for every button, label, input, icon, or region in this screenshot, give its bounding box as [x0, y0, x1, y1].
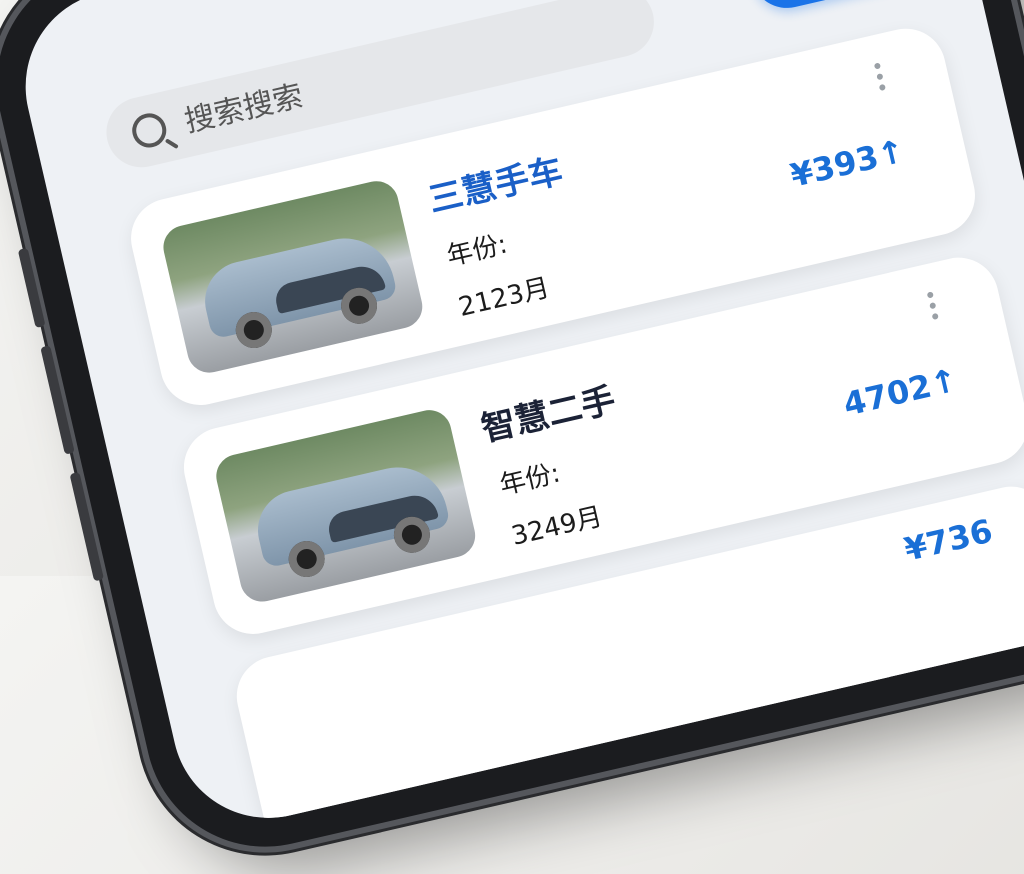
- price-label: 4702↑: [839, 360, 962, 424]
- more-options-icon[interactable]: [926, 291, 939, 321]
- car-image: [159, 176, 427, 377]
- card-title: 智慧二手: [477, 380, 620, 450]
- card-title: 三慧手车: [424, 151, 567, 221]
- year-label: 年份:: [496, 458, 563, 502]
- filter-button[interactable]: + 筛选: [743, 0, 926, 16]
- year-value: 3249月: [508, 501, 606, 552]
- search-icon: [128, 110, 170, 151]
- car-body: [250, 457, 451, 569]
- volume-button: [40, 345, 75, 455]
- price-label: ¥393↑: [786, 131, 909, 195]
- price-label: ¥736: [900, 511, 997, 569]
- app-screen: + 筛选 三慧手车 年份: 2123月 ¥393↑ 智慧二手: [6, 0, 1024, 837]
- car-body: [197, 228, 399, 340]
- volume-button: [69, 471, 105, 582]
- year-value: 2123月: [455, 272, 553, 323]
- volume-button: [17, 247, 46, 329]
- more-options-icon[interactable]: [873, 62, 886, 92]
- phone-frame: + 筛选 三慧手车 年份: 2123月 ¥393↑ 智慧二手: [0, 0, 1024, 871]
- year-label: 年份:: [444, 229, 511, 273]
